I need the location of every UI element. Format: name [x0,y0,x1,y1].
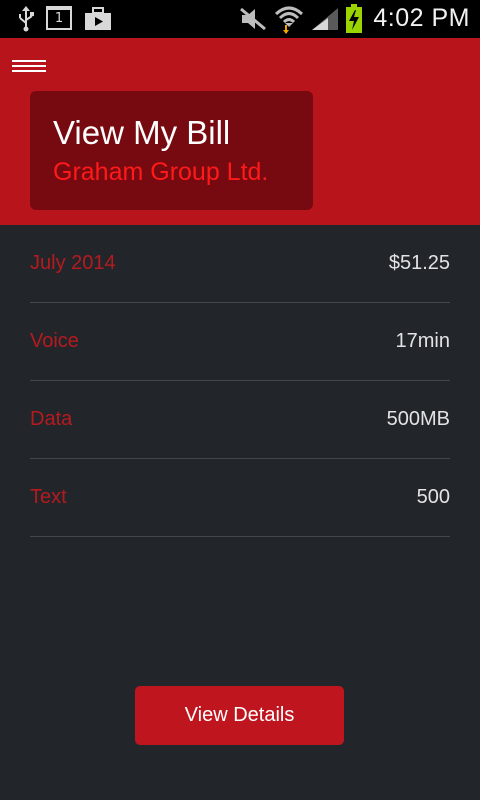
signal-icon [312,8,338,30]
calendar-icon: 1 [46,6,72,30]
wifi-icon [274,6,304,34]
status-bar: 1 4:02 PM [0,0,480,38]
bill-row-value: 500 [416,486,450,508]
battery-charging-icon [346,4,362,33]
company-name: Graham Group Ltd. [53,158,269,186]
briefcase-icon [85,7,111,30]
mute-icon [240,7,266,31]
bill-row-value: 17min [395,330,450,352]
bill-row-text: Text 500 [30,459,450,537]
bill-row-label: Data [30,408,73,430]
page-title: View My Bill [53,114,231,151]
bill-row-value: $51.25 [388,252,450,274]
header: View My Bill Graham Group Ltd. [0,38,480,225]
bill-row-label: Text [30,486,67,508]
bill-summary-list: July 2014 $51.25 Voice 17min Data 500MB … [30,225,450,537]
usb-icon [19,6,34,32]
bill-row-label: July 2014 [30,252,116,274]
bill-row-voice: Voice 17min [30,303,450,381]
bill-row-value: 500MB [386,408,450,430]
title-card: View My Bill Graham Group Ltd. [30,91,313,210]
status-time: 4:02 PM [373,4,470,32]
bill-row-data: Data 500MB [30,381,450,459]
bill-row-label: Voice [30,330,79,352]
view-details-button[interactable]: View Details [135,686,344,745]
bill-row-period: July 2014 $51.25 [30,225,450,303]
hamburger-menu-icon[interactable] [12,60,48,78]
